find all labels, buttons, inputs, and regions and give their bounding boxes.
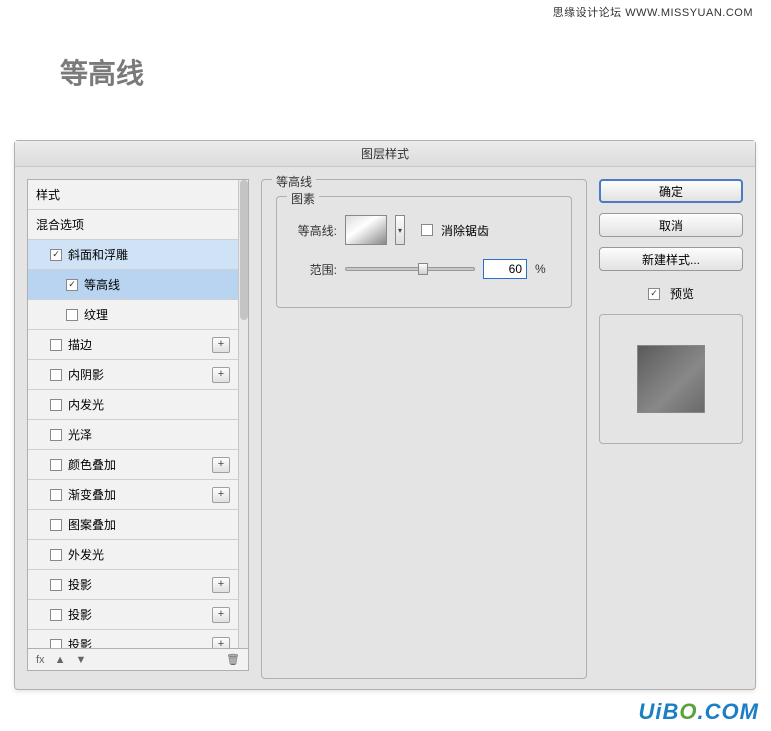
contour-group: 等高线 图素 等高线: 消除锯齿 范围: % [261,179,587,679]
checkbox-icon[interactable] [66,309,78,321]
plus-icon[interactable]: + [212,577,230,593]
right-column: 确定 取消 新建样式... 预览 [599,179,743,677]
contour-row: 等高线: 消除锯齿 [291,215,557,245]
preview-label: 预览 [670,285,694,302]
style-gradient-overlay[interactable]: 渐变叠加+ [28,480,238,510]
styles-list: 样式 混合选项 斜面和浮雕 等高线 纹理 描边+ 内阴影+ 内发光 光泽 颜色叠… [27,179,249,649]
style-drop-shadow[interactable]: 投影+ [28,630,238,649]
contour-label: 等高线: [291,222,337,239]
style-drop-shadow[interactable]: 投影+ [28,600,238,630]
style-texture[interactable]: 纹理 [28,300,238,330]
scrollbar-thumb[interactable] [240,180,248,320]
checkbox-icon[interactable] [50,339,62,351]
style-color-overlay[interactable]: 颜色叠加+ [28,450,238,480]
percent-label: % [535,262,546,276]
scrollbar[interactable] [238,180,248,648]
checkbox-icon[interactable] [50,519,62,531]
dialog-title: 图层样式 [15,141,755,167]
checkbox-icon[interactable] [50,549,62,561]
checkbox-icon[interactable] [50,609,62,621]
style-outer-glow[interactable]: 外发光 [28,540,238,570]
elements-group: 图素 等高线: 消除锯齿 范围: % [276,196,572,308]
plus-icon[interactable]: + [212,487,230,503]
checkbox-icon[interactable] [50,429,62,441]
style-bevel-emboss[interactable]: 斜面和浮雕 [28,240,238,270]
checkbox-icon[interactable] [50,639,62,650]
watermark-top: 思缘设计论坛 WWW.MISSYUAN.COM [553,4,753,20]
style-contour[interactable]: 等高线 [28,270,238,300]
preview-checkbox[interactable] [648,288,660,300]
antialias-label: 消除锯齿 [441,222,489,239]
checkbox-icon[interactable] [50,399,62,411]
style-stroke[interactable]: 描边+ [28,330,238,360]
center-column: 等高线 图素 等高线: 消除锯齿 范围: % [261,179,587,677]
range-input[interactable] [483,259,527,279]
checkbox-icon[interactable] [50,249,62,261]
style-pattern-overlay[interactable]: 图案叠加 [28,510,238,540]
checkbox-icon[interactable] [50,489,62,501]
checkbox-icon[interactable] [50,459,62,471]
range-slider[interactable] [345,267,475,271]
styles-footer: fx ▲ ▼ 🗑 [27,649,249,671]
styles-column: 样式 混合选项 斜面和浮雕 等高线 纹理 描边+ 内阴影+ 内发光 光泽 颜色叠… [27,179,249,677]
checkbox-icon[interactable] [50,579,62,591]
new-style-button[interactable]: 新建样式... [599,247,743,271]
dialog-body: 样式 混合选项 斜面和浮雕 等高线 纹理 描边+ 内阴影+ 内发光 光泽 颜色叠… [15,167,755,689]
arrow-up-icon[interactable]: ▲ [55,654,66,666]
antialias-checkbox[interactable] [421,224,433,236]
style-drop-shadow[interactable]: 投影+ [28,570,238,600]
plus-icon[interactable]: + [212,457,230,473]
styles-header[interactable]: 样式 [28,180,238,210]
checkbox-icon[interactable] [50,369,62,381]
blend-options[interactable]: 混合选项 [28,210,238,240]
range-label: 范围: [291,261,337,278]
style-satin[interactable]: 光泽 [28,420,238,450]
preview-panel [599,314,743,444]
preview-row: 预览 [599,285,743,302]
page-title: 等高线 [60,52,144,92]
range-row: 范围: % [291,259,557,279]
contour-swatch[interactable] [345,215,387,245]
plus-icon[interactable]: + [212,367,230,383]
style-inner-shadow[interactable]: 内阴影+ [28,360,238,390]
checkbox-icon[interactable] [66,279,78,291]
arrow-down-icon[interactable]: ▼ [75,654,86,666]
cancel-button[interactable]: 取消 [599,213,743,237]
plus-icon[interactable]: + [212,607,230,623]
style-inner-glow[interactable]: 内发光 [28,390,238,420]
plus-icon[interactable]: + [212,337,230,353]
ok-button[interactable]: 确定 [599,179,743,203]
slider-thumb[interactable] [418,263,428,275]
layer-style-dialog: 图层样式 样式 混合选项 斜面和浮雕 等高线 纹理 描边+ 内阴影+ 内发光 光… [14,140,756,690]
contour-group-title: 等高线 [272,173,316,190]
trash-icon[interactable]: 🗑 [226,653,240,666]
preview-swatch [637,345,705,413]
plus-icon[interactable]: + [212,637,230,650]
contour-dropdown-icon[interactable] [395,215,405,245]
elements-title: 图素 [287,190,319,207]
watermark-bottom: UiBO.COM [639,699,759,725]
fx-icon[interactable]: fx [36,654,45,666]
